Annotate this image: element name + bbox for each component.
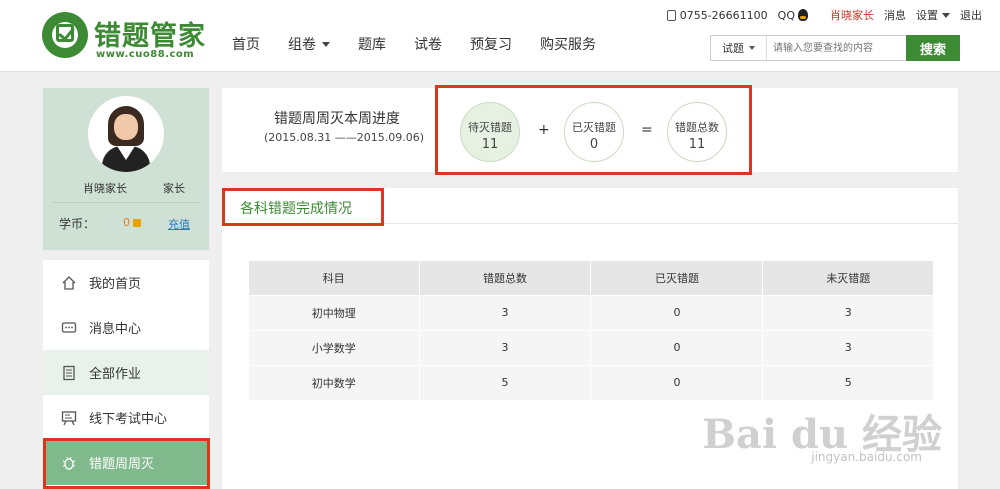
coins-amount: 0 bbox=[123, 216, 130, 229]
progress-title: 错题周周灭本周进度 bbox=[274, 111, 400, 127]
settings-label: 设置 bbox=[916, 9, 938, 22]
logout-link[interactable]: 退出 bbox=[960, 7, 982, 23]
logo-check-icon bbox=[56, 24, 74, 42]
progress-date-range: (2015.08.31 ——2015.09.06) bbox=[264, 131, 425, 144]
sidebar-item-home-label: 我的首页 bbox=[89, 277, 142, 292]
nav-papers[interactable]: 试卷 bbox=[414, 34, 442, 54]
sidebar-item-messages-label: 消息中心 bbox=[89, 322, 142, 337]
profile-name: 肖晓家长 bbox=[83, 182, 127, 195]
avatar-face bbox=[114, 114, 138, 140]
nav-compose-label: 组卷 bbox=[288, 37, 316, 53]
home-icon bbox=[61, 275, 77, 291]
nav-preview-review[interactable]: 预复习 bbox=[470, 34, 512, 54]
coins-value: 0 bbox=[123, 216, 141, 229]
sidebar-item-offline-exams[interactable]: 线下考试中心 bbox=[43, 395, 209, 440]
message-icon bbox=[61, 320, 77, 336]
table-cell-subject: 小学数学 bbox=[249, 329, 420, 365]
nav-papers-label: 试卷 bbox=[414, 37, 442, 53]
table-row: 初中数学 5 0 5 bbox=[249, 364, 933, 400]
top-header: 错题管家 www.cuo88.com 首页 组卷 题库 试卷 预复习 购买服务 … bbox=[0, 0, 1000, 72]
highlight-box-menu bbox=[43, 438, 210, 489]
nav-question-bank-label: 题库 bbox=[358, 37, 386, 53]
highlight-box-progress bbox=[435, 85, 752, 175]
recharge-link[interactable]: 充值 bbox=[168, 216, 190, 232]
subject-table: 科目 错题总数 已灭错题 未灭错题 初中物理 3 0 3 小学数学 3 0 3 … bbox=[249, 261, 933, 400]
user-link[interactable]: 肖晓家长 bbox=[830, 7, 874, 23]
table-cell-subject: 初中数学 bbox=[249, 364, 420, 400]
table-cell-total: 3 bbox=[419, 294, 592, 330]
nav-home-label: 首页 bbox=[232, 37, 260, 53]
avatar bbox=[88, 96, 164, 172]
column-header-done: 已灭错题 bbox=[590, 261, 764, 295]
chevron-down-icon bbox=[942, 12, 950, 18]
qq-label: QQ bbox=[777, 8, 795, 22]
table-row: 小学数学 3 0 3 bbox=[249, 329, 933, 365]
table-cell-total: 5 bbox=[419, 364, 592, 400]
table-row: 初中物理 3 0 3 bbox=[249, 294, 933, 330]
search-input[interactable] bbox=[773, 36, 907, 60]
coins-label: 学币： bbox=[59, 217, 96, 231]
nav-preview-review-label: 预复习 bbox=[470, 37, 512, 53]
phone-icon bbox=[666, 9, 676, 21]
top-utility-bar: 0755-26661100 QQ 肖晓家长 消息 设置 退出 bbox=[657, 7, 982, 23]
profile-role: 家长 bbox=[163, 182, 185, 195]
settings-menu[interactable]: 设置 bbox=[916, 7, 950, 23]
qq-link[interactable]: QQ bbox=[778, 9, 808, 22]
qq-penguin-icon bbox=[798, 9, 808, 21]
search-type-label: 试题 bbox=[722, 42, 744, 55]
table-cell-done: 0 bbox=[590, 329, 764, 365]
document-icon bbox=[61, 365, 77, 381]
search-button[interactable]: 搜索 bbox=[906, 35, 960, 61]
messages-link[interactable]: 消息 bbox=[884, 7, 906, 23]
phone-info: 0755-26661100 bbox=[666, 8, 768, 22]
search-box: 试题 搜索 bbox=[710, 35, 960, 61]
highlight-box-section-title bbox=[222, 188, 384, 226]
sidebar-item-offline-exams-label: 线下考试中心 bbox=[89, 412, 168, 427]
baidu-watermark-url: jingyan.baidu.com bbox=[811, 450, 922, 464]
profile-divider bbox=[53, 202, 199, 203]
phone-number: 0755-26661100 bbox=[679, 8, 768, 22]
nav-compose[interactable]: 组卷 bbox=[288, 34, 330, 54]
table-cell-done: 0 bbox=[590, 294, 764, 330]
sidebar-item-messages[interactable]: 消息中心 bbox=[43, 305, 209, 350]
column-header-total: 错题总数 bbox=[419, 261, 592, 295]
chevron-down-icon bbox=[749, 46, 755, 50]
board-icon bbox=[61, 410, 77, 426]
table-header-row: 科目 错题总数 已灭错题 未灭错题 bbox=[249, 261, 933, 295]
table-cell-subject: 初中物理 bbox=[249, 294, 420, 330]
nav-home[interactable]: 首页 bbox=[232, 34, 260, 54]
table-cell-total: 3 bbox=[419, 329, 592, 365]
nav-question-bank[interactable]: 题库 bbox=[358, 34, 386, 54]
table-cell-remaining: 3 bbox=[762, 329, 933, 365]
logo-text: 错题管家 bbox=[94, 21, 206, 52]
main-nav: 首页 组卷 题库 试卷 预复习 购买服务 bbox=[232, 34, 624, 54]
table-cell-remaining: 3 bbox=[762, 294, 933, 330]
sidebar-item-home[interactable]: 我的首页 bbox=[43, 260, 209, 305]
nav-buy-service-label: 购买服务 bbox=[540, 37, 596, 53]
sidebar-item-all-homework[interactable]: 全部作业 bbox=[43, 350, 209, 395]
sidebar-item-all-homework-label: 全部作业 bbox=[89, 367, 142, 382]
table-cell-remaining: 5 bbox=[762, 364, 933, 400]
table-cell-done: 0 bbox=[590, 364, 764, 400]
coin-stack-icon bbox=[133, 218, 141, 227]
logo-url: www.cuo88.com bbox=[96, 49, 195, 60]
chevron-down-icon bbox=[322, 41, 330, 47]
site-logo[interactable]: 错题管家 www.cuo88.com bbox=[42, 12, 205, 62]
column-header-remaining: 未灭错题 bbox=[762, 261, 933, 295]
profile-card: 肖晓家长 家长 学币： 0 充值 bbox=[43, 88, 209, 250]
column-header-subject: 科目 bbox=[249, 261, 420, 295]
nav-buy-service[interactable]: 购买服务 bbox=[540, 34, 596, 54]
search-type-select[interactable]: 试题 bbox=[711, 36, 767, 60]
